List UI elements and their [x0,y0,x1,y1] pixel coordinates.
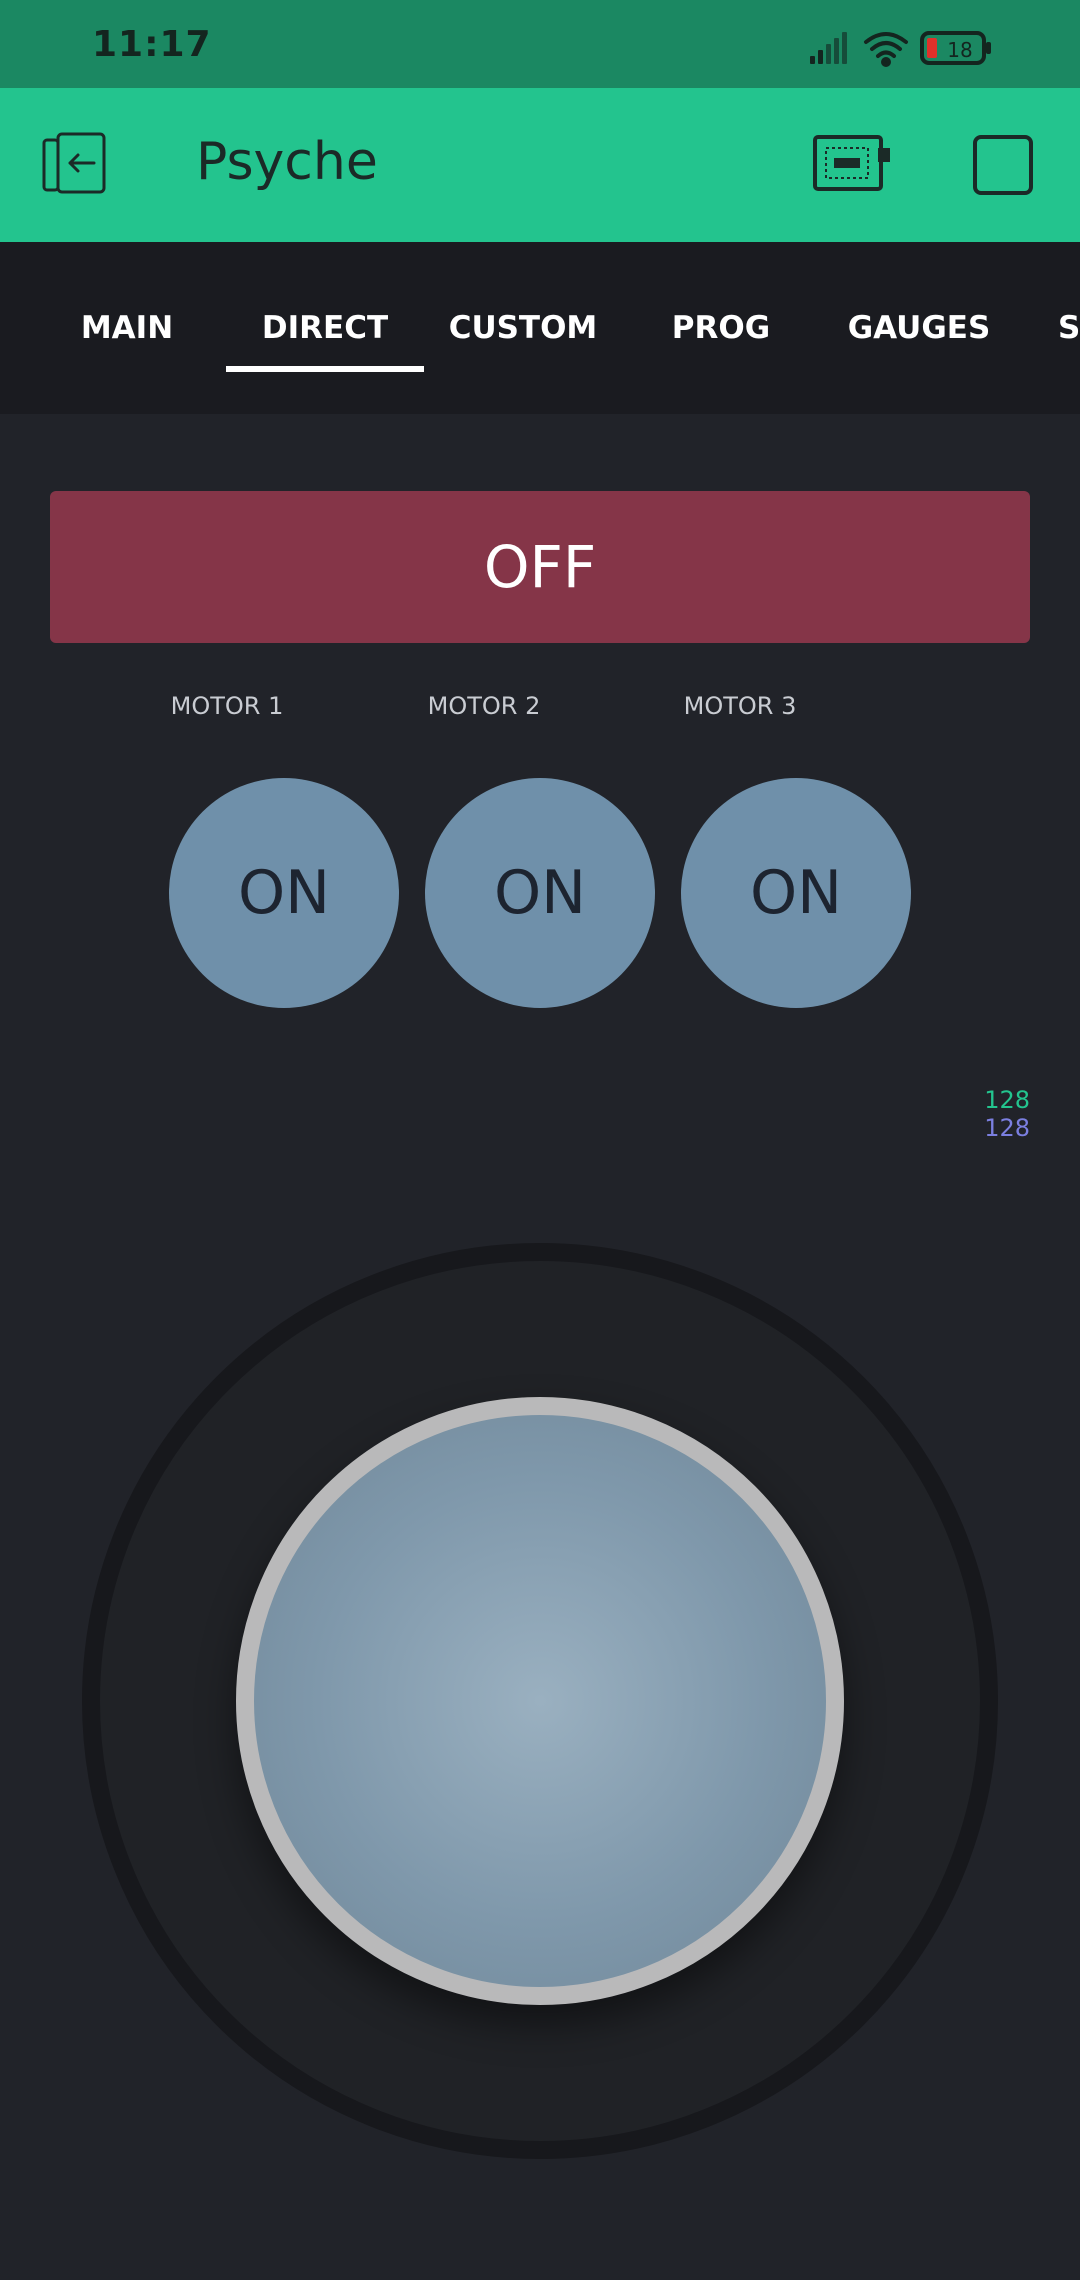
status-bar: 11:17 18 [0,0,1080,88]
status-icons: 18 [804,28,1034,67]
motor-1-button[interactable]: ON [169,778,399,1008]
battery-icon: 18 [920,31,991,65]
motor-1-button-label: ON [237,858,331,928]
motor-2-label: MOTOR 2 [427,692,541,720]
app-bar: Psyche [0,88,1080,242]
exit-icon[interactable] [42,132,112,202]
signal-icon [810,32,847,64]
tab-se[interactable]: SE [1018,242,1080,414]
motor-3-label: MOTOR 3 [683,692,797,720]
status-time: 11:17 [92,24,212,65]
battery-level: 18 [947,38,972,62]
tab-label: MAIN [80,310,174,346]
power-off-button[interactable]: OFF [50,491,1030,643]
tab-label: SE [1058,310,1080,346]
motor-2-button-label: ON [493,858,587,928]
tab-main[interactable]: MAIN [28,242,226,414]
tab-custom[interactable]: CUSTOM [424,242,622,414]
tab-label: CUSTOM [448,310,598,346]
power-button-label: OFF [483,533,597,601]
tab-selected-indicator [226,366,424,372]
stop-icon[interactable] [972,134,1034,200]
tab-direct[interactable]: DIRECT [226,242,424,414]
wifi-icon [864,32,908,67]
tab-gauges[interactable]: GAUGES [820,242,1018,414]
motor-3-button-label: ON [749,858,843,928]
joystick-x-value: 128 [984,1086,1030,1114]
device-icon[interactable] [812,134,892,198]
motor-1-label: MOTOR 1 [170,692,284,720]
tab-bar: MAIN DIRECT CUSTOM PROG GAUGES SE [0,242,1080,414]
tab-label: DIRECT [261,310,389,346]
joystick-handle[interactable] [236,1397,844,2005]
app-title: Psyche [196,132,378,192]
tab-label: GAUGES [847,310,991,346]
motor-3-button[interactable]: ON [681,778,911,1008]
tab-label: PROG [671,310,771,346]
joystick-y-value: 128 [984,1114,1030,1142]
tab-prog[interactable]: PROG [622,242,820,414]
motor-2-button[interactable]: ON [425,778,655,1008]
